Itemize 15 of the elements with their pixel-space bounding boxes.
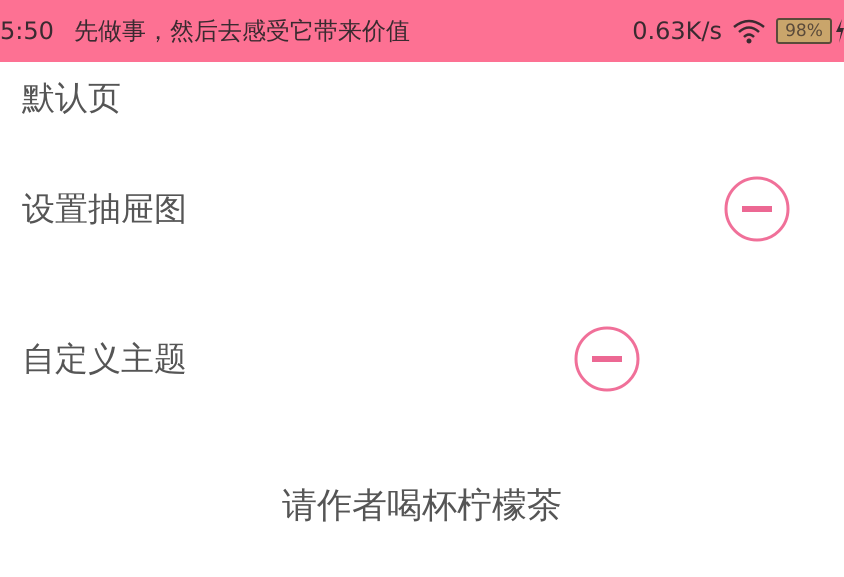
- wifi-icon: [732, 18, 766, 44]
- network-speed: 0.63K/s: [632, 17, 722, 45]
- settings-row[interactable]: 自定义主题: [0, 284, 844, 434]
- battery-indicator: 98%: [776, 18, 832, 44]
- status-message: 先做事，然后去感受它带来价值: [74, 16, 410, 47]
- settings-row[interactable]: 设置抽屉图: [0, 134, 844, 284]
- charging-icon: [836, 19, 844, 43]
- settings-label: 默认页: [22, 76, 121, 118]
- settings-label: 设置抽屉图: [22, 188, 187, 230]
- footer-link[interactable]: 请作者喝杯柠檬茶: [282, 482, 562, 529]
- minus-icon[interactable]: [574, 326, 640, 392]
- settings-row[interactable]: 默认页: [0, 62, 844, 134]
- status-time: 5:50: [0, 17, 54, 45]
- minus-icon[interactable]: [724, 176, 790, 242]
- settings-label: 自定义主题: [22, 338, 187, 380]
